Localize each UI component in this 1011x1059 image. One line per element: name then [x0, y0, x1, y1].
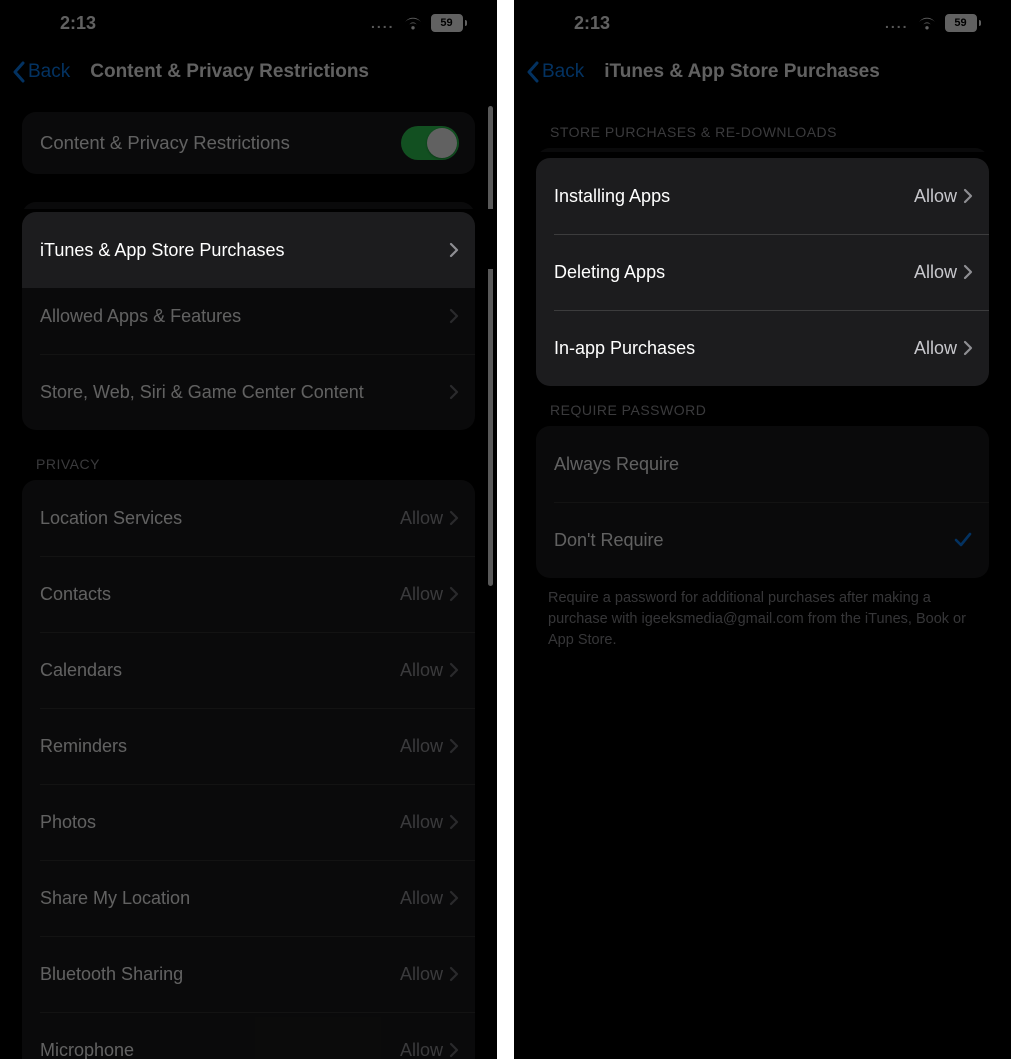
chevron-right-icon: [449, 510, 459, 526]
chevron-right-icon: [449, 384, 459, 400]
row-label: Calendars: [40, 660, 400, 681]
row-value: Allow: [400, 964, 443, 985]
row-value: Allow: [400, 736, 443, 757]
row-value: Allow: [400, 1040, 443, 1059]
toggle-label: Content & Privacy Restrictions: [40, 132, 290, 154]
row-label: Location Services: [40, 508, 400, 529]
row-label: Installing Apps: [554, 186, 914, 207]
row-privacy-item[interactable]: RemindersAllow: [22, 708, 475, 784]
wifi-icon: [917, 16, 937, 31]
wifi-icon: [403, 16, 423, 31]
content-privacy-toggle-row[interactable]: Content & Privacy Restrictions: [22, 112, 475, 174]
row-label: Reminders: [40, 736, 400, 757]
back-button[interactable]: Back: [526, 61, 584, 83]
section-header-store: STORE PURCHASES & RE-DOWNLOADS: [536, 98, 989, 148]
row-label: Deleting Apps: [554, 262, 914, 283]
row-privacy-item[interactable]: MicrophoneAllow: [22, 1012, 475, 1059]
row-label: Store, Web, Siri & Game Center Content: [40, 382, 449, 403]
row-value: Allow: [400, 812, 443, 833]
row-label: Photos: [40, 812, 400, 833]
row-label: Microphone: [40, 1040, 400, 1059]
chevron-right-icon: [963, 264, 973, 280]
row-store-item-highlight[interactable]: Deleting AppsAllow: [536, 234, 989, 310]
page-title: iTunes & App Store Purchases: [604, 61, 880, 83]
row-value: Allow: [914, 186, 957, 207]
row-store-item-highlight[interactable]: In-app PurchasesAllow: [536, 310, 989, 386]
battery-icon: 59: [945, 14, 982, 32]
battery-icon: 59: [431, 14, 468, 32]
row-privacy-item[interactable]: CalendarsAllow: [22, 632, 475, 708]
phone-left: 2:13 .... 59 Back Content & Privacy Rest…: [0, 0, 497, 1059]
group-privacy: Location ServicesAllowContactsAllowCalen…: [22, 480, 475, 1059]
chevron-right-icon: [449, 662, 459, 678]
battery-level: 59: [954, 17, 966, 29]
row-value: Allow: [400, 508, 443, 529]
row-value: Allow: [400, 888, 443, 909]
row-label: Bluetooth Sharing: [40, 964, 400, 985]
cellular-dots-icon: ....: [885, 15, 909, 31]
chevron-right-icon: [449, 966, 459, 982]
row-dont-require[interactable]: Don't Require: [536, 502, 989, 578]
screen-content-restrictions: 2:13 .... 59 Back Content & Privacy Rest…: [0, 0, 497, 1059]
battery-level: 59: [440, 17, 452, 29]
chevron-right-icon: [449, 738, 459, 754]
highlight-store-group: Installing AppsAllowDeleting AppsAllowIn…: [536, 158, 989, 386]
phone-right: 2:13 .... 59 Back iTunes & App Store Pur…: [514, 0, 1011, 1059]
row-label: iTunes & App Store Purchases: [40, 240, 449, 261]
chevron-right-icon: [963, 340, 973, 356]
chevron-right-icon: [963, 188, 973, 204]
navbar: Back Content & Privacy Restrictions: [0, 46, 497, 98]
row-label: Share My Location: [40, 888, 400, 909]
chevron-right-icon: [449, 242, 459, 258]
toggle-switch[interactable]: [401, 126, 459, 160]
row-value: Allow: [914, 262, 957, 283]
row-label: Contacts: [40, 584, 400, 605]
navbar: Back iTunes & App Store Purchases: [514, 46, 1011, 98]
status-time: 2:13: [60, 13, 96, 34]
chevron-right-icon: [449, 1042, 459, 1058]
status-time: 2:13: [574, 13, 610, 34]
row-store-web-siri[interactable]: Store, Web, Siri & Game Center Content: [22, 354, 475, 430]
chevron-right-icon: [449, 814, 459, 830]
chevron-right-icon: [449, 890, 459, 906]
section-header-privacy: PRIVACY: [22, 430, 475, 480]
row-value: Allow: [400, 584, 443, 605]
cellular-dots-icon: ....: [371, 15, 395, 31]
row-label: In-app Purchases: [554, 338, 914, 359]
back-label: Back: [542, 61, 584, 83]
highlight-itunes: iTunes & App Store Purchases: [22, 212, 475, 288]
image-divider: [497, 0, 514, 1059]
row-itunes-purchases-highlight[interactable]: iTunes & App Store Purchases: [22, 212, 475, 288]
row-value: Allow: [914, 338, 957, 359]
page-title: Content & Privacy Restrictions: [90, 61, 369, 83]
checkmark-icon: [953, 531, 973, 549]
back-label: Back: [28, 61, 70, 83]
row-label: Allowed Apps & Features: [40, 306, 449, 327]
back-button[interactable]: Back: [12, 61, 70, 83]
row-privacy-item[interactable]: Share My LocationAllow: [22, 860, 475, 936]
row-allowed-apps[interactable]: Allowed Apps & Features: [22, 278, 475, 354]
chevron-right-icon: [449, 308, 459, 324]
row-privacy-item[interactable]: PhotosAllow: [22, 784, 475, 860]
row-label: Always Require: [554, 454, 973, 475]
row-label: Don't Require: [554, 530, 953, 551]
row-always-require[interactable]: Always Require: [536, 426, 989, 502]
row-value: Allow: [400, 660, 443, 681]
row-privacy-item[interactable]: ContactsAllow: [22, 556, 475, 632]
scrollbar[interactable]: [488, 106, 493, 586]
status-bar: 2:13 .... 59: [0, 0, 497, 46]
row-store-item-highlight[interactable]: Installing AppsAllow: [536, 158, 989, 234]
group-require-password: Always Require Don't Require: [536, 426, 989, 578]
status-bar: 2:13 .... 59: [514, 0, 1011, 46]
chevron-right-icon: [449, 586, 459, 602]
row-privacy-item[interactable]: Location ServicesAllow: [22, 480, 475, 556]
section-footer: Require a password for additional purcha…: [536, 578, 989, 651]
row-privacy-item[interactable]: Bluetooth SharingAllow: [22, 936, 475, 1012]
